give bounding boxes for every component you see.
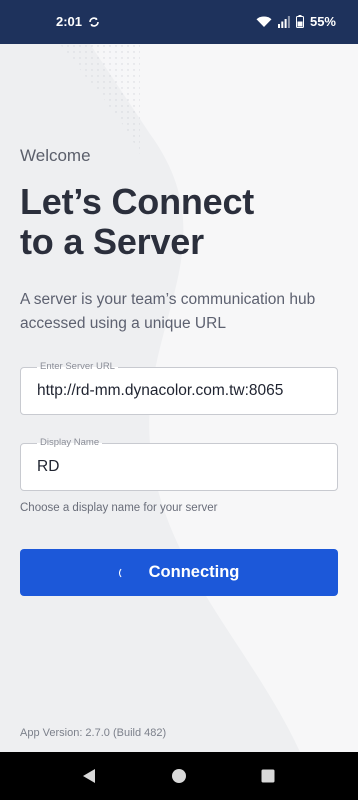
screen: 2:01 55% Welcome Let’s Connect to a Serv…	[0, 0, 358, 800]
loading-spinner-icon	[118, 566, 131, 579]
signal-icon	[277, 15, 290, 28]
status-time: 2:01	[56, 14, 83, 29]
battery-percent: 55%	[309, 14, 336, 29]
welcome-eyebrow: Welcome	[20, 146, 91, 165]
connect-button-label: Connecting	[148, 563, 240, 581]
back-icon[interactable]	[80, 768, 98, 784]
display-name-field[interactable]: Display Name	[20, 437, 338, 491]
page-title-line-1: Let’s Connect	[20, 181, 255, 222]
app-version: App Version: 2.7.0 (Build 482)	[20, 727, 167, 739]
page-description: A server is your team’s communication hu…	[20, 291, 316, 332]
battery-icon	[295, 15, 304, 28]
server-url-field[interactable]: Enter Server URL	[20, 361, 338, 415]
recents-icon[interactable]	[259, 768, 277, 784]
display-name-input[interactable]	[37, 444, 333, 490]
sync-icon	[87, 15, 101, 29]
home-icon[interactable]	[170, 768, 188, 784]
server-url-input[interactable]	[37, 368, 333, 414]
status-bar: 2:01 55%	[0, 0, 358, 44]
wifi-icon	[256, 16, 272, 28]
page-title-line-2: to a Server	[20, 221, 204, 262]
navigation-bar	[0, 752, 358, 800]
connect-button[interactable]: Connecting	[20, 549, 338, 596]
status-time-group: 2:01	[56, 14, 101, 29]
status-right-group: 55%	[256, 14, 336, 29]
page-title: Let’s Connect to a Server	[20, 182, 340, 262]
display-name-help: Choose a display name for your server	[20, 502, 218, 514]
